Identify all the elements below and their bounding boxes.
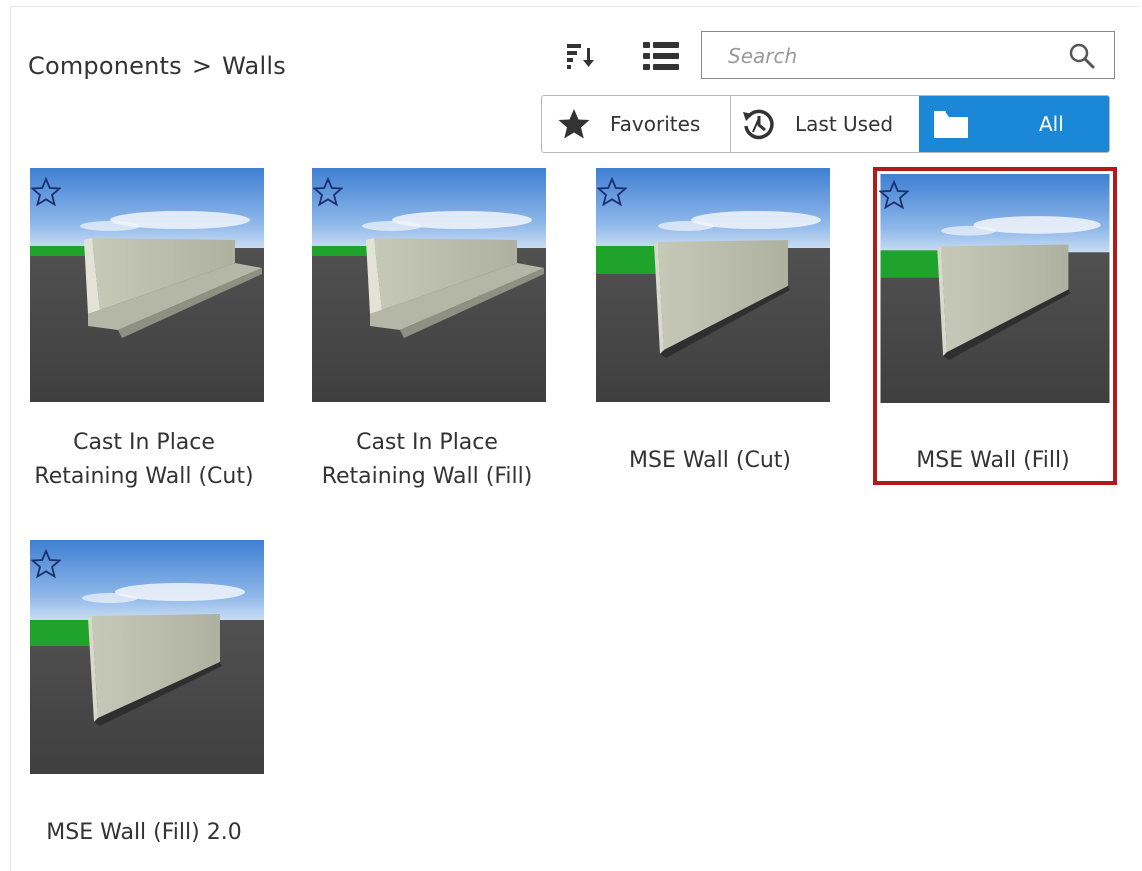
breadcrumb-root[interactable]: Components [28,52,182,80]
filter-favorites-button[interactable]: Favorites [542,96,731,152]
component-thumbnail [880,174,1114,408]
folder-icon [933,106,969,142]
history-icon [741,106,777,142]
filter-all-button[interactable]: All [919,96,1109,152]
favorite-star-icon[interactable] [313,177,343,207]
favorite-star-icon[interactable] [31,177,61,207]
breadcrumb-current: Walls [222,52,286,80]
favorite-star-icon[interactable] [879,180,909,210]
search-box [701,31,1115,79]
filter-tabs: Favorites Last Used All [541,95,1110,153]
favorite-star-icon[interactable] [597,177,627,207]
favorite-star-icon[interactable] [31,549,61,579]
list-view-icon [643,42,679,70]
list-view-button[interactable] [641,36,681,76]
component-tile[interactable]: Cast In Place Retaining Wall (Cut) [0,168,288,489]
component-tile-selected[interactable]: MSE Wall (Fill) [849,168,1137,488]
component-name: Cast In Place Retaining Wall (Fill) [321,430,533,489]
component-thumbnail [312,168,546,402]
filter-last-used-label: Last Used [795,112,894,136]
search-icon[interactable] [1068,42,1096,70]
filter-favorites-label: Favorites [610,112,701,136]
component-tile[interactable]: Cast In Place Retaining Wall (Fill) [283,168,571,489]
component-thumbnail [30,540,264,774]
filter-all-label: All [1039,112,1064,136]
search-input[interactable] [726,38,1060,74]
sort-icon [567,44,594,69]
component-name: MSE Wall (Cut) [629,448,791,473]
component-tile[interactable]: MSE Wall (Fill) 2.0 [0,540,288,860]
component-thumbnail [30,168,264,402]
component-tile[interactable]: MSE Wall (Cut) [566,168,854,488]
breadcrumb-separator: > [191,52,213,80]
star-icon [556,106,592,142]
filter-last-used-button[interactable]: Last Used [731,96,919,152]
component-name: MSE Wall (Fill) [916,448,1070,473]
component-name: Cast In Place Retaining Wall (Cut) [34,430,254,489]
component-thumbnail [596,168,830,402]
breadcrumb: Components > Walls [28,52,286,80]
component-name: MSE Wall (Fill) 2.0 [46,820,242,845]
sort-button[interactable] [561,36,601,76]
